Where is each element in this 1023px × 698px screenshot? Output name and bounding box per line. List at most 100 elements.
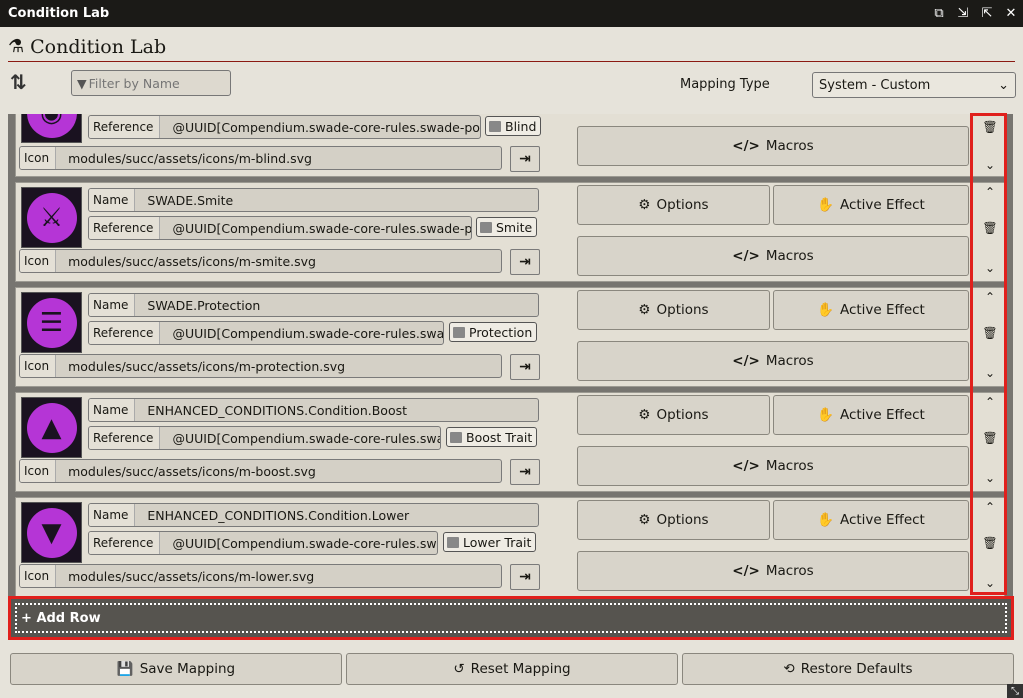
file-picker-button[interactable]: ⇥ — [510, 249, 540, 275]
active-effect-button[interactable]: ✋ Active Effect — [773, 185, 969, 225]
reference-badge[interactable]: Smite — [476, 217, 538, 237]
options-label: Options — [656, 407, 709, 423]
condition-image[interactable]: ▼ — [21, 502, 82, 563]
save-mapping-button[interactable]: 💾 Save Mapping — [10, 653, 342, 685]
macros-button[interactable]: </> Macros — [577, 126, 969, 166]
condition-image[interactable]: ☰ — [21, 292, 82, 353]
condition-image[interactable]: ◉ — [21, 114, 82, 143]
name-field[interactable]: Name SWADE.Protection — [88, 293, 539, 317]
add-row-button[interactable]: + Add Row — [8, 596, 1014, 640]
reference-badge[interactable]: Blind — [485, 116, 542, 136]
chevron-down-icon[interactable]: ⌄ — [982, 576, 998, 590]
trash-icon[interactable]: 🗑 — [982, 120, 998, 134]
options-button[interactable]: ⚙ Options — [577, 185, 770, 225]
options-button[interactable]: ⚙ Options — [577, 395, 770, 435]
macros-label: Macros — [765, 458, 814, 474]
reference-badge[interactable]: Boost Trait — [446, 427, 538, 447]
icon-field[interactable]: Icon modules/succ/assets/icons/m-boost.s… — [19, 459, 502, 483]
options-button[interactable]: ⚙ Options — [577, 290, 770, 330]
page-title: Condition Lab — [30, 35, 167, 58]
import-icon[interactable]: ⇲ — [951, 0, 975, 27]
mapping-type-select[interactable]: System - Custom ⌄ — [812, 72, 1016, 98]
macros-button[interactable]: </> Macros — [577, 551, 969, 591]
chevron-up-icon[interactable]: ⌃ — [982, 185, 998, 199]
trash-icon[interactable]: 🗑 — [982, 221, 998, 235]
reference-badge[interactable]: Protection — [449, 322, 538, 342]
options-label: Options — [656, 197, 709, 213]
app-header: ⚗ Condition Lab — [8, 32, 1015, 62]
file-picker-button[interactable]: ⇥ — [510, 564, 540, 590]
reference-field[interactable]: Reference @UUID[Compendium.swade-core-ru… — [88, 216, 472, 240]
name-label: Name — [89, 294, 136, 316]
macros-button[interactable]: </> Macros — [577, 236, 969, 276]
row-controls: ⌃ 🗑 ⌄ — [980, 393, 1000, 493]
hand-sparkles-icon: ✋ — [817, 407, 834, 423]
active-effect-button[interactable]: ✋ Active Effect — [773, 500, 969, 540]
reference-field[interactable]: Reference @UUID[Compendium.swade-core-ru… — [88, 531, 438, 555]
close-icon[interactable]: ✕ — [999, 0, 1023, 27]
reference-badge-label: Protection — [469, 324, 533, 340]
condition-row: ⚔ Name SWADE.Smite Reference @UUID[Compe… — [15, 182, 1005, 282]
compendium-icon — [447, 536, 459, 548]
name-value: ENHANCED_CONDITIONS.Condition.Lower — [147, 507, 410, 523]
chevron-up-icon[interactable]: ⌃ — [982, 500, 998, 514]
reference-field[interactable]: Reference @UUID[Compendium.swade-core-ru… — [88, 426, 441, 450]
reset-mapping-button[interactable]: ↺ Reset Mapping — [346, 653, 678, 685]
name-field[interactable]: Name ENHANCED_CONDITIONS.Condition.Boost — [88, 398, 539, 422]
file-picker-button[interactable]: ⇥ — [510, 354, 540, 380]
resize-handle-icon[interactable]: ⤡ — [1007, 684, 1023, 698]
macros-button[interactable]: </> Macros — [577, 341, 969, 381]
icon-path: modules/succ/assets/icons/m-lower.svg — [68, 568, 315, 584]
icon-field[interactable]: Icon modules/succ/assets/icons/m-blind.s… — [19, 146, 502, 170]
options-button[interactable]: ⚙ Options — [577, 500, 770, 540]
trash-icon[interactable]: 🗑 — [982, 326, 998, 340]
mapping-type-value: System - Custom — [819, 77, 931, 93]
restore-defaults-button[interactable]: ⟲ Restore Defaults — [682, 653, 1014, 685]
sort-alpha-icon[interactable]: ⇅ — [10, 70, 42, 98]
reference-value: @UUID[Compendium.swade-core-rules.swade- — [172, 325, 444, 341]
reference-badge-label: Boost Trait — [466, 429, 533, 445]
reference-label: Reference — [89, 427, 161, 449]
file-picker-button[interactable]: ⇥ — [510, 146, 540, 172]
chevron-up-icon[interactable]: ⌃ — [982, 395, 998, 409]
popout-icon[interactable]: ⧉ — [927, 0, 951, 27]
condition-image[interactable]: ▲ — [21, 397, 82, 458]
export-icon[interactable]: ⇱ — [975, 0, 999, 27]
icon-path: modules/succ/assets/icons/m-smite.svg — [68, 253, 316, 269]
condition-image[interactable]: ⚔ — [21, 187, 82, 248]
file-picker-button[interactable]: ⇥ — [510, 459, 540, 485]
icon-field[interactable]: Icon modules/succ/assets/icons/m-smite.s… — [19, 249, 502, 273]
active-effect-button[interactable]: ✋ Active Effect — [773, 290, 969, 330]
reference-field[interactable]: Reference @UUID[Compendium.swade-core-ru… — [88, 115, 481, 139]
reference-label: Reference — [89, 217, 161, 239]
macros-button[interactable]: </> Macros — [577, 446, 969, 486]
filter-input[interactable] — [86, 75, 212, 91]
reference-badge-label: Lower Trait — [463, 534, 532, 550]
reference-field[interactable]: Reference @UUID[Compendium.swade-core-ru… — [88, 321, 444, 345]
icon-path: modules/succ/assets/icons/m-blind.svg — [68, 150, 312, 166]
chevron-down-icon[interactable]: ⌄ — [982, 158, 998, 172]
trash-icon[interactable]: 🗑 — [982, 431, 998, 445]
active-effect-label: Active Effect — [839, 512, 925, 528]
gear-icon: ⚙ — [638, 302, 651, 318]
chevron-up-icon[interactable]: ⌃ — [982, 290, 998, 304]
row-controls: ⌃ 🗑 ⌄ — [980, 498, 1000, 596]
mapping-type-label: Mapping Type — [680, 77, 770, 92]
name-field[interactable]: Name SWADE.Smite — [88, 188, 539, 212]
filter-field[interactable]: ▼ — [71, 70, 231, 96]
icon-field[interactable]: Icon modules/succ/assets/icons/m-lower.s… — [19, 564, 502, 588]
condition-row: ◉ Reference @UUID[Compendium.swade-core-… — [15, 114, 1005, 177]
active-effect-button[interactable]: ✋ Active Effect — [773, 395, 969, 435]
chevron-down-icon[interactable]: ⌄ — [982, 366, 998, 380]
reference-badge[interactable]: Lower Trait — [443, 532, 537, 552]
toolbar: ⇅ ▼ Mapping Type System - Custom ⌄ — [0, 66, 1023, 104]
chevron-down-icon[interactable]: ⌄ — [982, 471, 998, 485]
window-titlebar: Condition Lab ⧉ ⇲ ⇱ ✕ — [0, 0, 1023, 27]
icon-field[interactable]: Icon modules/succ/assets/icons/m-protect… — [19, 354, 502, 378]
condition-list[interactable]: ◉ Reference @UUID[Compendium.swade-core-… — [8, 114, 1013, 596]
lower-icon: ▼ — [26, 507, 77, 558]
compendium-icon — [450, 431, 462, 443]
trash-icon[interactable]: 🗑 — [982, 536, 998, 550]
chevron-down-icon[interactable]: ⌄ — [982, 261, 998, 275]
name-field[interactable]: Name ENHANCED_CONDITIONS.Condition.Lower — [88, 503, 539, 527]
